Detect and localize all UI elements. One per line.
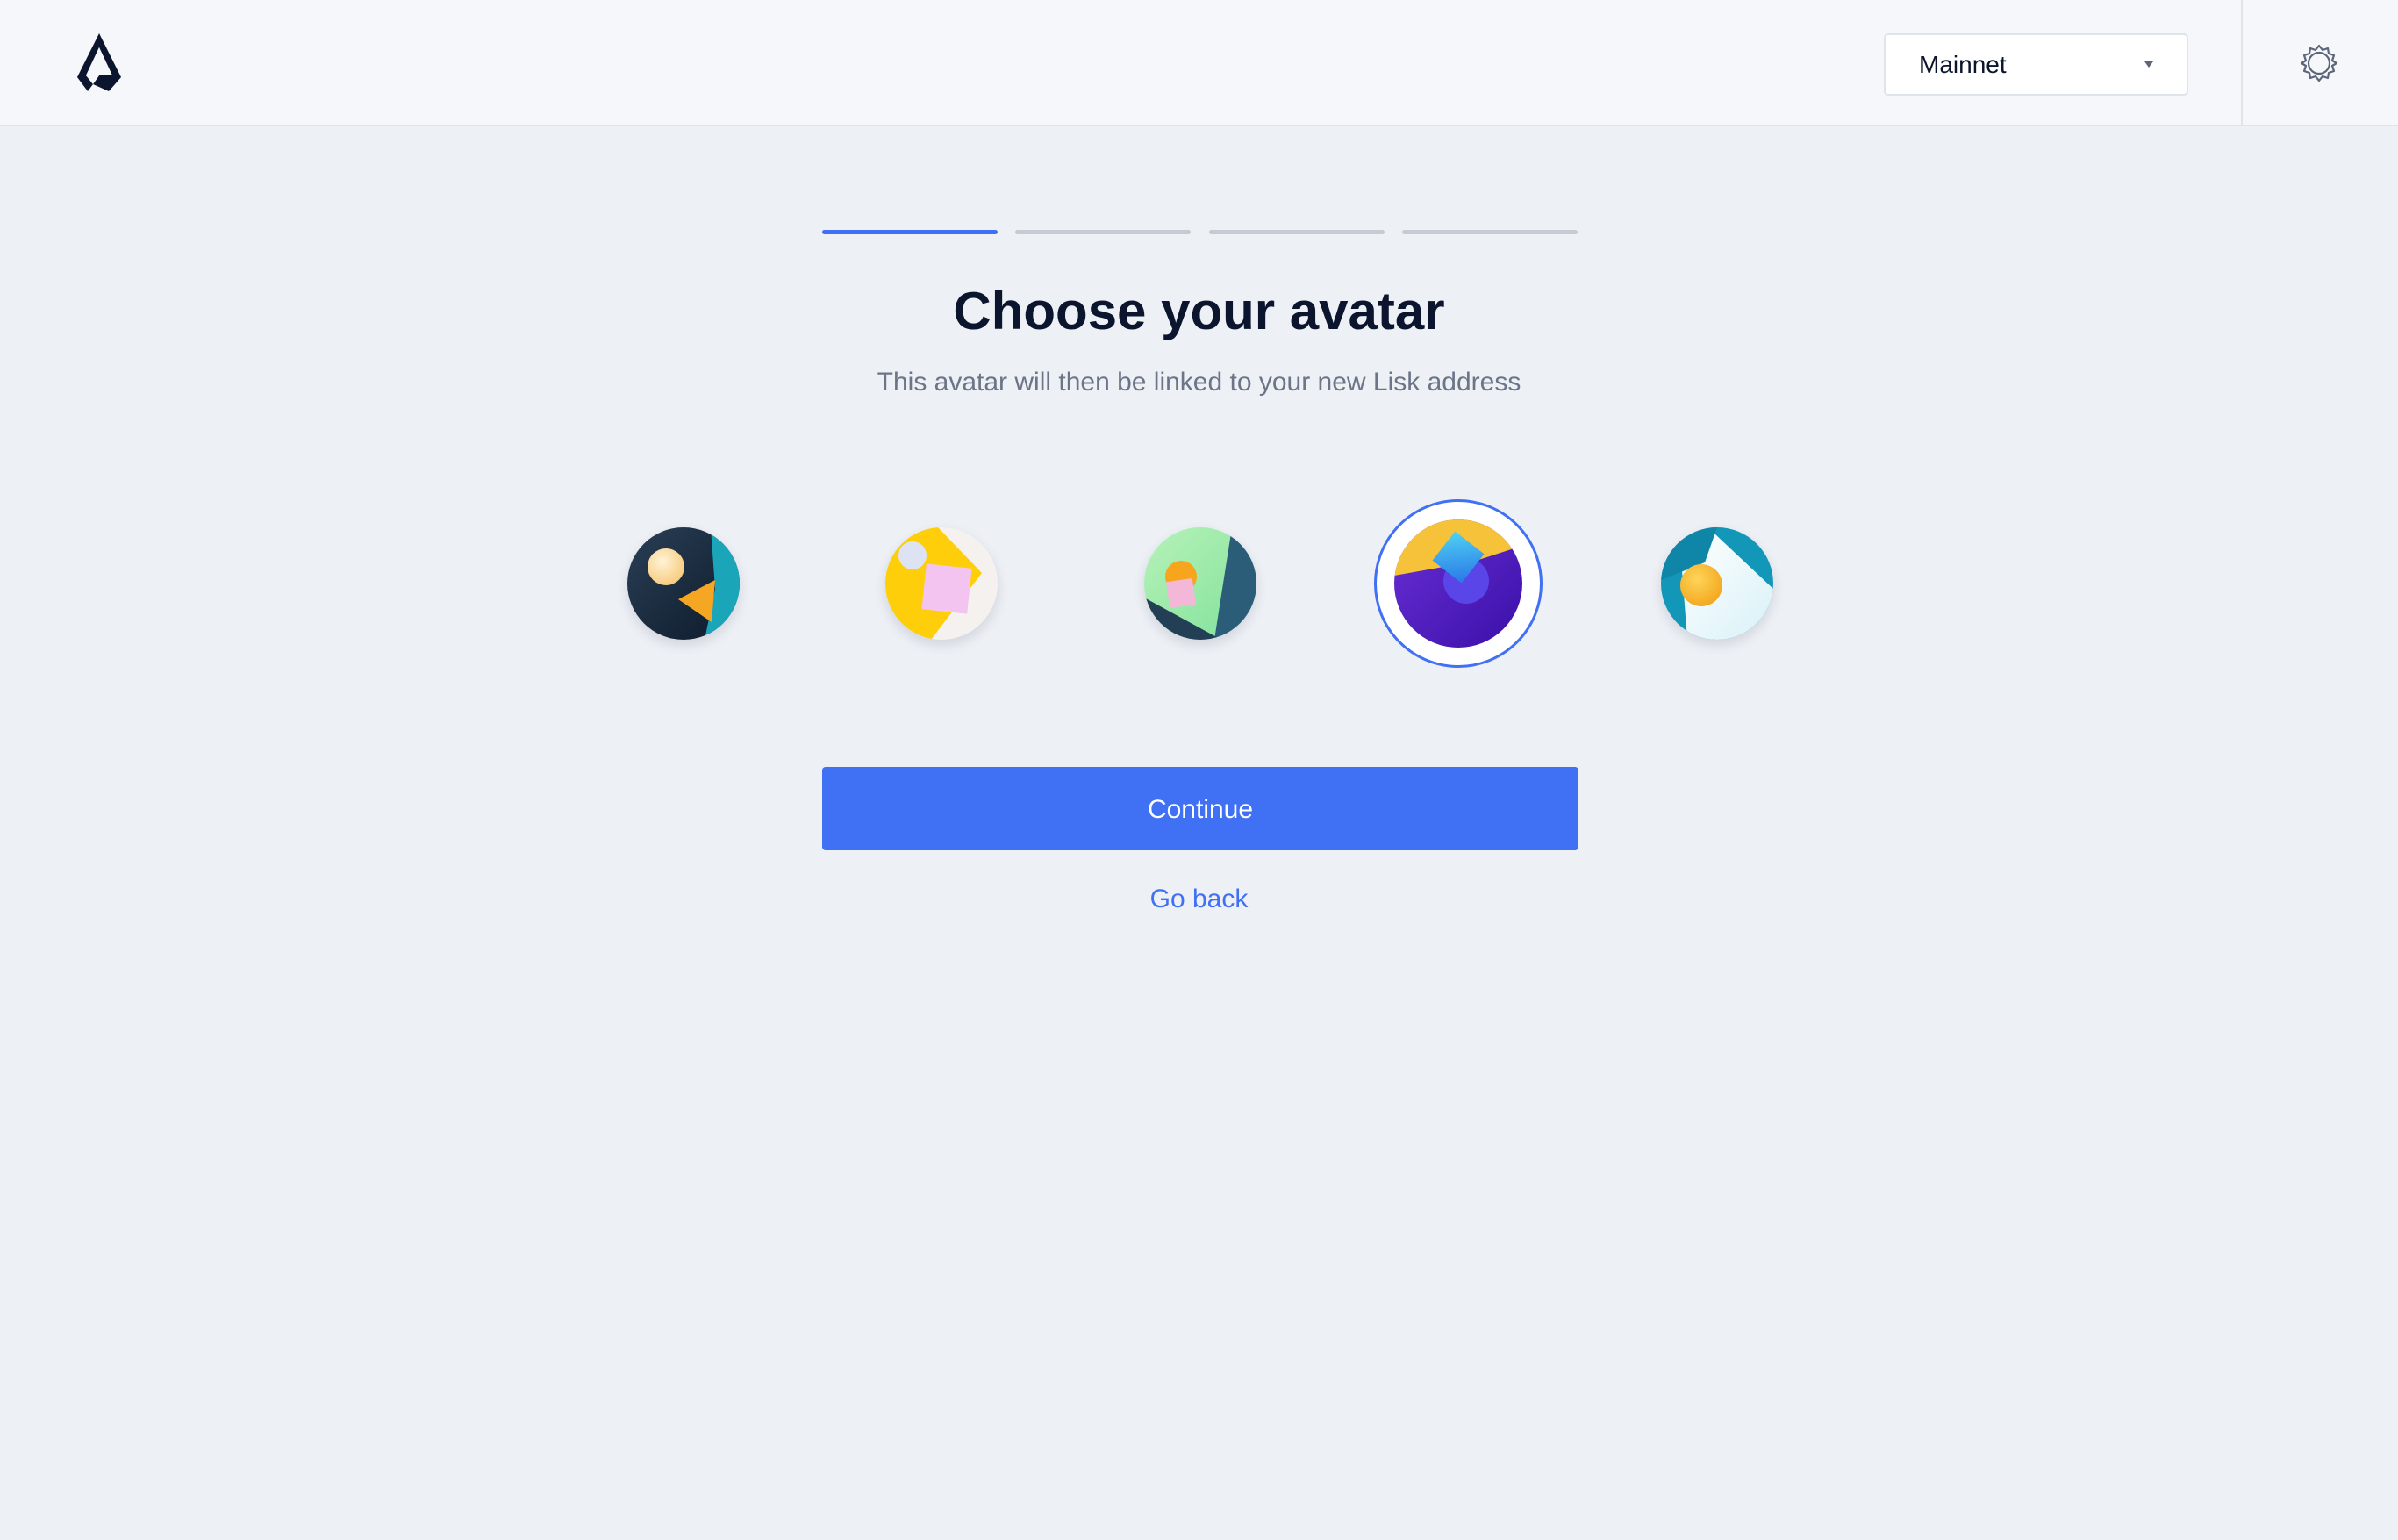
step-indicator-2 — [1015, 230, 1191, 234]
network-select-value: Mainnet — [1919, 51, 2007, 78]
header-divider — [2241, 0, 2243, 126]
avatar-option-2[interactable] — [885, 527, 998, 640]
avatar-option-5[interactable] — [1661, 527, 1773, 640]
network-select[interactable]: Mainnet — [1884, 33, 2188, 96]
avatar-option-4 — [1394, 519, 1522, 648]
progress-stepper — [822, 230, 1578, 235]
step-indicator-4 — [1402, 230, 1578, 234]
page-title: Choose your avatar — [953, 282, 1445, 340]
continue-button[interactable]: Continue — [822, 767, 1578, 850]
go-back-link[interactable]: Go back — [0, 880, 2398, 919]
step-indicator-3 — [1209, 230, 1385, 234]
lisk-logo-icon[interactable] — [74, 32, 125, 93]
avatar-option-3[interactable] — [1144, 527, 1256, 640]
step-indicator-1 — [822, 230, 998, 234]
top-bar: Mainnet — [0, 0, 2398, 126]
caret-down-icon — [2144, 61, 2153, 68]
avatar-option-4-selected[interactable] — [1374, 499, 1543, 668]
page-subtitle: This avatar will then be linked to your … — [877, 368, 1521, 397]
avatar-option-1[interactable] — [627, 527, 740, 640]
gear-icon[interactable] — [2298, 42, 2340, 84]
